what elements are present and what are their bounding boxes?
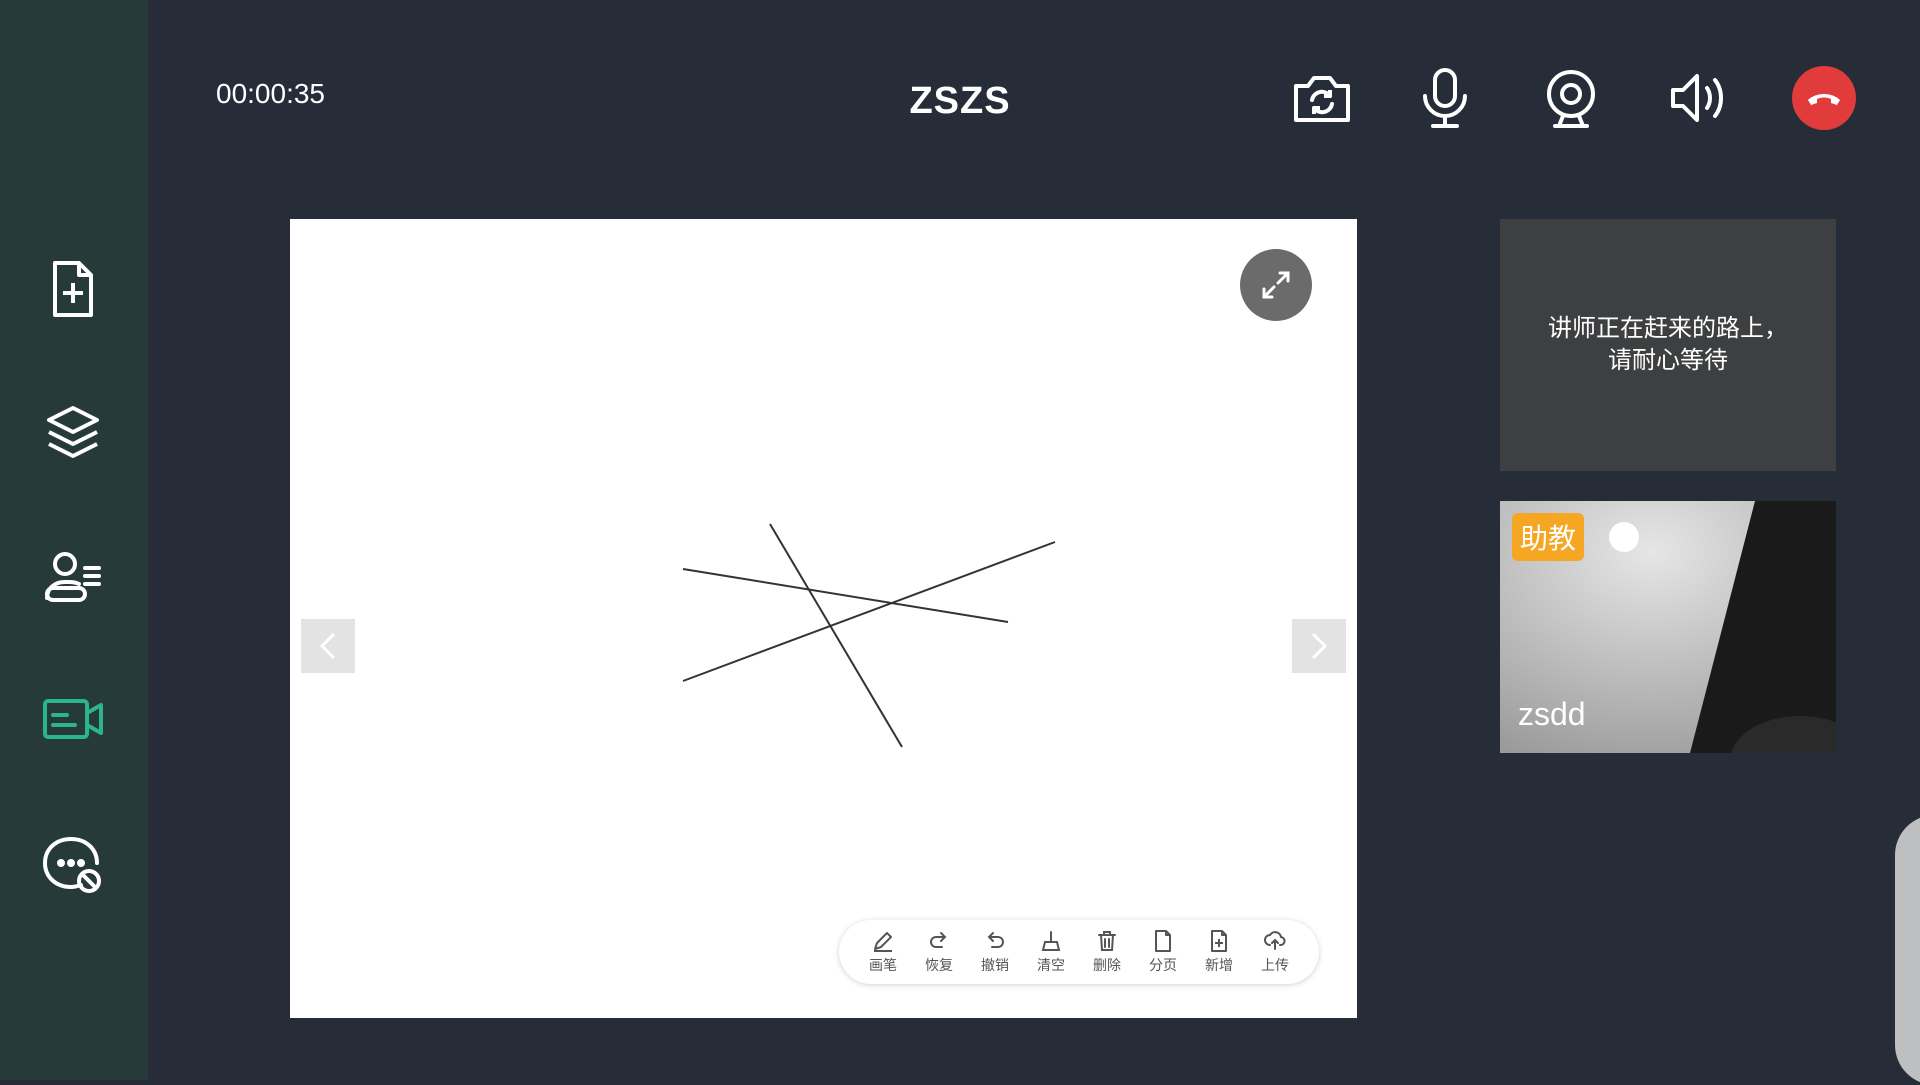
add-document-button[interactable] (34, 250, 112, 328)
tool-label: 新增 (1205, 957, 1233, 973)
add-document-icon (53, 261, 93, 317)
tool-label: 上传 (1261, 957, 1289, 973)
redo-icon (930, 932, 947, 948)
participant-name: zsdd (1518, 696, 1586, 732)
upload-tool[interactable]: 上传 (1249, 929, 1301, 975)
pen-tool[interactable]: 画笔 (857, 929, 909, 975)
trash-icon (1098, 931, 1116, 951)
prev-page-button[interactable] (301, 619, 355, 673)
page-icon (1155, 930, 1171, 952)
assistant-badge: 助教 (1512, 513, 1585, 561)
microphone-icon (1423, 68, 1467, 128)
webcam-icon (1547, 70, 1595, 128)
add-page-tool[interactable]: 新增 (1193, 929, 1245, 975)
whiteboard-toolbar: 画笔 恢复 撤销 清空 删除 分页 新增 上传 (839, 920, 1319, 984)
whiteboard-drawing (682, 523, 1056, 748)
tool-label: 删除 (1093, 957, 1121, 973)
chevron-right-icon (1311, 632, 1328, 660)
undo-tool[interactable]: 撤销 (969, 929, 1021, 975)
video-course-button[interactable] (34, 680, 112, 758)
redo-tool[interactable]: 恢复 (913, 929, 965, 975)
speaker-button[interactable] (1663, 64, 1731, 132)
delete-tool[interactable]: 删除 (1081, 929, 1133, 975)
teacher-waiting-message: 讲师正在赶来的路上， 请耐心等待 (1548, 313, 1788, 377)
chevron-left-icon (319, 632, 336, 660)
drawn-stroke-3 (769, 523, 903, 748)
clear-tool[interactable]: 清空 (1025, 929, 1077, 975)
pen-icon (874, 932, 892, 952)
room-title: ZSZS (909, 80, 1011, 122)
tool-label: 画笔 (869, 957, 897, 973)
members-button[interactable] (34, 537, 112, 615)
tool-label: 清空 (1037, 957, 1065, 973)
members-icon (45, 552, 101, 602)
drawn-stroke-2 (682, 541, 1056, 682)
page-tool[interactable]: 分页 (1137, 929, 1189, 975)
layers-icon (47, 406, 99, 458)
teacher-video-tile[interactable]: 讲师正在赶来的路上， 请耐心等待 (1500, 219, 1836, 471)
switch-camera-icon (1294, 76, 1350, 122)
whiteboard[interactable]: 画笔 恢复 撤销 清空 删除 分页 新增 上传 (290, 219, 1357, 1018)
undo-icon (987, 932, 1004, 948)
fullscreen-button[interactable] (1240, 249, 1312, 321)
switch-camera-button[interactable] (1288, 64, 1356, 132)
tool-label: 分页 (1149, 957, 1177, 973)
hangup-button[interactable] (1790, 64, 1858, 132)
tool-label: 撤销 (981, 957, 1009, 973)
chat-disabled-button[interactable] (34, 824, 112, 902)
side-drawer-handle[interactable] (1895, 815, 1920, 1085)
layers-button[interactable] (34, 393, 112, 471)
chat-disabled-icon (42, 836, 101, 893)
add-page-icon (1211, 930, 1227, 952)
expand-icon (1262, 271, 1290, 299)
assistant-video-tile[interactable]: 助教 zsdd (1500, 501, 1836, 753)
clear-icon (1041, 931, 1061, 951)
upload-icon (1264, 931, 1286, 950)
waiting-line-2: 请耐心等待 (1608, 347, 1728, 374)
sidebar (0, 0, 148, 1080)
next-page-button[interactable] (1292, 619, 1346, 673)
video-course-icon (43, 699, 103, 739)
tool-label: 恢复 (925, 957, 953, 973)
hangup-icon (1808, 94, 1840, 105)
microphone-button[interactable] (1411, 64, 1479, 132)
waiting-line-1: 讲师正在赶来的路上， (1548, 315, 1788, 342)
speaker-icon (1671, 74, 1723, 122)
webcam-button[interactable] (1537, 64, 1605, 132)
